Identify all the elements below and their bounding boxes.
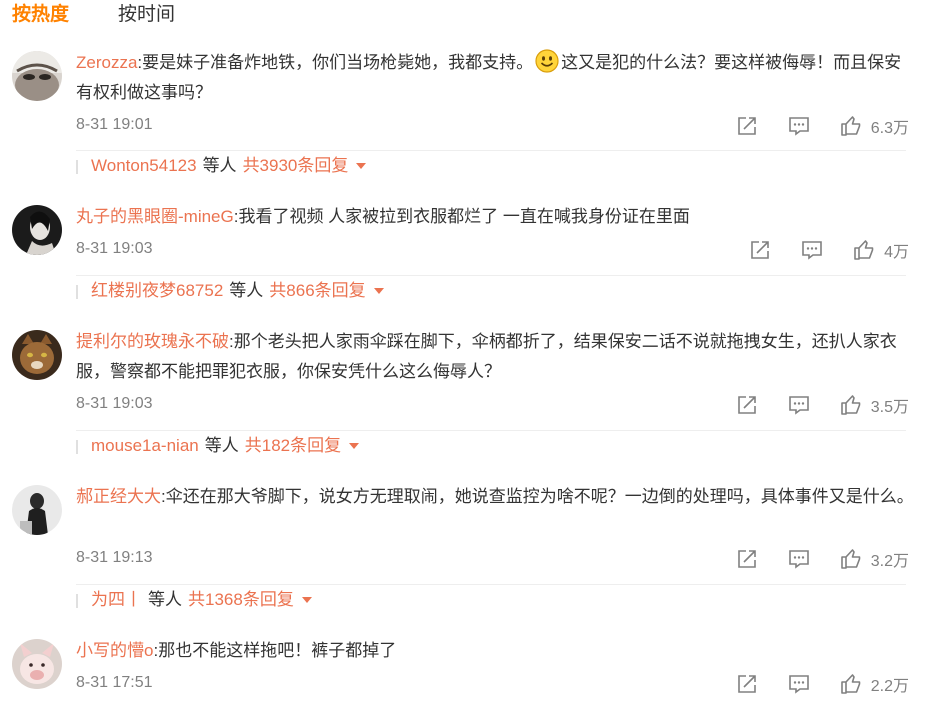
comment-icon[interactable] [787,547,811,571]
comment-actions: 3.5万 [735,393,909,417]
share-icon[interactable] [735,672,759,696]
reply-summary: Wonton54123 等人 共3930条回复 [76,150,906,180]
share-icon[interactable] [735,393,759,417]
share-icon[interactable] [748,238,772,262]
comment-time: 8-31 17:51 [76,674,153,691]
comment-text: 小写的懵o:那也不能这样拖吧！裤子都掉了 [76,636,916,666]
reply-summary: 为四丨 等人 共1368条回复 [76,584,906,614]
reply-count-link[interactable]: 共866条回复 [269,281,365,300]
expand-caret-icon[interactable] [373,288,384,294]
comment-username[interactable]: 提利尔的玫瑰永不破 [76,332,229,351]
thumbs-up-icon[interactable] [839,672,863,696]
share-icon[interactable] [735,114,759,138]
comment-username[interactable]: Zerozza [76,53,137,72]
like-count: 4万 [884,244,909,261]
comment-text: Zerozza:要是妹子准备炸地铁，你们当场枪毙她，我都支持。 这又是犯的什么法？… [76,48,916,108]
comment-icon[interactable] [787,114,811,138]
avatar[interactable] [12,51,62,101]
comment-actions: 2.2万 [735,672,909,696]
comment-content: :要是妹子准备炸地铁，你们当场枪毙她，我都支持。 [137,53,534,72]
avatar[interactable] [12,205,62,255]
reply-count-link[interactable]: 共1368条回复 [188,590,294,609]
comment-time: 8-31 19:03 [76,395,153,412]
comment-time: 8-31 19:13 [76,549,153,566]
avatar[interactable] [12,330,62,380]
comment-text: 丸子的黑眼圈-mineG:我看了视频 人家被拉到衣服都烂了 一直在喊我身份证在里… [76,202,916,232]
reply-summary: 红楼别夜梦68752 等人 共866条回复 [76,275,906,305]
thumbs-up-icon[interactable] [852,238,876,262]
comment-username[interactable]: 郝正经大大 [76,487,161,506]
avatar[interactable] [12,485,62,535]
reply-username[interactable]: Wonton54123 [91,156,197,175]
reply-others-label: 等人 [148,590,182,609]
comment-time: 8-31 19:01 [76,116,153,133]
thumbs-up-icon[interactable] [839,114,863,138]
thumbs-up-icon[interactable] [839,547,863,571]
comment-time: 8-31 19:03 [76,240,153,257]
comment-content: :伞还在那大爷脚下，说女方无理取闹，她说查监控为啥不呢？一边倒的处理吗，具体事件… [161,487,914,506]
comment-actions: 3.2万 [735,547,909,571]
expand-caret-icon[interactable] [356,163,367,169]
reply-count-link[interactable]: 共182条回复 [245,436,341,455]
like-count: 6.3万 [870,120,909,137]
thumbs-up-icon[interactable] [839,393,863,417]
comment-actions: 4万 [748,238,909,262]
expand-caret-icon[interactable] [349,443,360,449]
comment-actions: 6.3万 [735,114,909,138]
comment-text: 提利尔的玫瑰永不破:那个老头把人家雨伞踩在脚下，伞柄都折了，结果保安二话不说就拖… [76,327,916,387]
comment-username[interactable]: 丸子的黑眼圈-mineG [76,207,234,226]
tab-sort-by-time[interactable]: 按时间 [118,3,175,27]
reply-others-label: 等人 [204,436,239,455]
reply-username[interactable]: 为四丨 [91,590,142,609]
reply-others-label: 等人 [202,156,237,175]
reply-summary: mouse1a-nian 等人 共182条回复 [76,430,906,460]
reply-others-label: 等人 [229,281,264,300]
like-count: 2.2万 [870,678,909,695]
comment-icon[interactable] [800,238,824,262]
like-count: 3.5万 [870,399,909,416]
comment-username[interactable]: 小写的懵o [76,641,153,660]
comment-content: :我看了视频 人家被拉到衣服都烂了 一直在喊我身份证在里面 [233,207,690,226]
reply-count-link[interactable]: 共3930条回复 [243,156,349,175]
smile-emoji-icon [535,49,559,73]
avatar[interactable] [12,639,62,689]
share-icon[interactable] [735,547,759,571]
reply-username[interactable]: mouse1a-nian [91,436,199,455]
tab-sort-by-hot[interactable]: 按热度 [12,3,69,27]
comment-icon[interactable] [787,393,811,417]
reply-username[interactable]: 红楼别夜梦68752 [91,281,223,300]
comment-text: 郝正经大大:伞还在那大爷脚下，说女方无理取闹，她说查监控为啥不呢？一边倒的处理吗… [76,482,916,512]
comment-content: :那也不能这样拖吧！裤子都掉了 [153,641,397,660]
expand-caret-icon[interactable] [301,597,312,603]
comment-icon[interactable] [787,672,811,696]
like-count: 3.2万 [870,553,909,570]
